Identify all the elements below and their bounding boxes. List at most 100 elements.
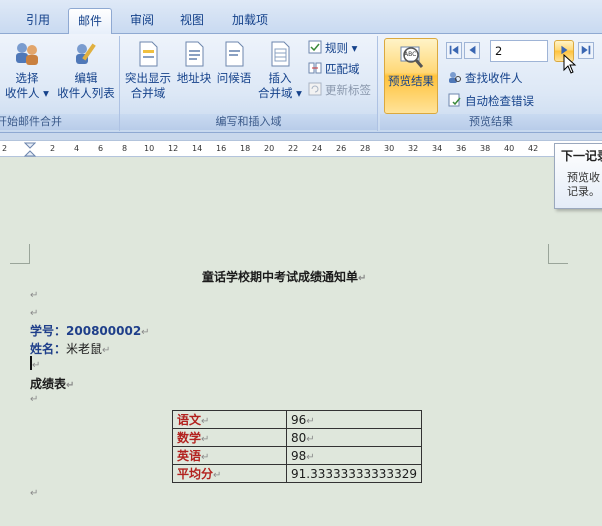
table-row: 英语↵ 98↵ xyxy=(172,446,422,465)
subject-text: 英语 xyxy=(177,449,202,463)
match-fields-button[interactable]: 匹配域 xyxy=(308,61,360,78)
first-record-icon xyxy=(449,45,459,55)
previous-record-button[interactable] xyxy=(464,42,480,59)
tab-mailings[interactable]: 邮件 xyxy=(68,8,112,35)
ruler-number: 14 xyxy=(192,144,203,153)
paragraph-mark: ↵ xyxy=(306,415,315,427)
address-block-label: 地址块 xyxy=(176,71,212,85)
record-number-input[interactable]: 2 xyxy=(490,40,548,62)
paragraph-mark: ↵ xyxy=(30,394,39,405)
first-record-button[interactable] xyxy=(446,42,462,59)
subject-text: 平均分 xyxy=(177,467,214,481)
paragraph-mark: ↵ xyxy=(102,345,111,356)
tooltip-body: 预览收 记录。 xyxy=(555,164,602,199)
rules-icon xyxy=(308,40,322,54)
tab-view[interactable]: 视图 xyxy=(172,8,212,34)
student-id-label: 学号： xyxy=(30,324,67,338)
edit-recipient-list-button[interactable]: 编辑 收件人列表 xyxy=(52,40,120,101)
score-text: 98 xyxy=(291,448,307,463)
last-record-button[interactable] xyxy=(578,42,594,59)
highlight-merge-fields-button[interactable]: 突出显示 合并域 xyxy=(122,40,174,101)
preview-results-button[interactable]: ABC 预览结果 xyxy=(384,38,438,114)
highlight-fields-label-1: 突出显示 xyxy=(125,71,171,85)
margin-corner-left xyxy=(10,244,30,264)
group-preview-results: ABC 预览结果 2 查找收件人 自动检查错误 预览结果 xyxy=(380,36,602,131)
group-write-insert-fields: 突出显示 合并域 地址块 问候语 插入 合并域 ▾ 规则 ▾ 匹配域 更新标签 … xyxy=(120,36,378,131)
group-start-label: 开始邮件合并 xyxy=(0,114,119,130)
svg-text:ABC: ABC xyxy=(404,51,416,58)
score-cell[interactable]: 80↵ xyxy=(286,428,422,447)
ruler-number: 2 xyxy=(2,144,8,153)
find-recipient-icon xyxy=(449,72,461,83)
ruler-number: 6 xyxy=(98,144,104,153)
select-recipients-label-1: 选择 xyxy=(15,71,39,85)
rules-label: 规则 ▾ xyxy=(325,41,358,55)
document-title-text: 童话学校期中考试成绩通知单 xyxy=(202,270,359,284)
ribbon-tabs: 引用 邮件 审阅 视图 加载项 xyxy=(0,0,602,35)
rules-button[interactable]: 规则 ▾ xyxy=(308,40,357,57)
last-record-icon xyxy=(581,45,591,55)
group-preview-label: 预览结果 xyxy=(380,114,602,130)
tab-review[interactable]: 审阅 xyxy=(120,8,164,34)
paragraph-mark: ↵ xyxy=(358,273,367,284)
edit-recipient-list-icon xyxy=(76,43,96,64)
table-row: 语文↵ 96↵ xyxy=(172,410,422,429)
ruler-number: 12 xyxy=(168,144,179,153)
greeting-line-button[interactable]: 问候语 xyxy=(214,40,254,86)
greeting-line-icon xyxy=(225,41,244,67)
address-block-button[interactable]: 地址块 xyxy=(174,40,214,86)
ruler-number: 4 xyxy=(74,144,80,153)
tab-references[interactable]: 引用 xyxy=(18,8,58,34)
document-title: 童话学校期中考试成绩通知单↵ xyxy=(202,268,366,285)
mouse-cursor-icon xyxy=(563,54,577,74)
paragraph-mark: ↵ xyxy=(306,433,315,445)
update-labels-button[interactable]: 更新标签 xyxy=(308,82,371,99)
ruler-gap xyxy=(0,133,602,140)
ruler-number: 26 xyxy=(336,144,347,153)
score-text: 96 xyxy=(291,412,307,427)
auto-check-errors-icon xyxy=(448,93,461,107)
auto-check-errors-button[interactable]: 自动检查错误 xyxy=(448,93,534,110)
subject-cell[interactable]: 平均分↵ xyxy=(172,464,287,483)
group-write-label: 编写和插入域 xyxy=(120,114,377,130)
address-block-icon xyxy=(185,41,204,67)
score-cell[interactable]: 98↵ xyxy=(286,446,422,465)
tooltip-title: 下一记录 xyxy=(561,149,602,163)
find-recipient-button[interactable]: 查找收件人 xyxy=(448,70,523,87)
student-id-value: 200800002 xyxy=(66,324,142,338)
match-fields-label: 匹配域 xyxy=(325,62,360,76)
ruler-number: 20 xyxy=(264,144,275,153)
insert-field-label-1: 插入 xyxy=(268,71,292,85)
student-name-label: 姓名： xyxy=(30,342,67,356)
subject-text: 数学 xyxy=(177,431,202,445)
match-fields-icon xyxy=(308,62,322,74)
document-page[interactable]: 童话学校期中考试成绩通知单↵ ↵ ↵ 学号：200800002↵ 姓名：米老鼠↵… xyxy=(0,158,602,526)
scores-table[interactable]: 语文↵ 96↵ 数学↵ 80↵ 英语↵ 98↵ 平均分↵ 91.33333333… xyxy=(172,410,422,483)
score-text: 91.33333333333329 xyxy=(291,466,417,481)
insert-field-icon xyxy=(271,41,290,67)
score-cell[interactable]: 96↵ xyxy=(286,410,422,429)
paragraph-mark: ↵ xyxy=(201,434,210,445)
insert-merge-field-button[interactable]: 插入 合并域 ▾ xyxy=(254,40,306,101)
subject-cell[interactable]: 语文↵ xyxy=(172,410,287,429)
ruler-number: 38 xyxy=(480,144,491,153)
text-cursor-line: ↵ xyxy=(30,356,40,371)
paragraph-mark: ↵ xyxy=(141,327,150,338)
ruler-number: 32 xyxy=(408,144,419,153)
tab-addins[interactable]: 加载项 xyxy=(222,8,278,34)
subject-cell[interactable]: 英语↵ xyxy=(172,446,287,465)
ruler-number: 34 xyxy=(432,144,443,153)
margin-corner-right xyxy=(548,244,568,264)
paragraph-mark: ↵ xyxy=(201,416,210,427)
ruler-number: 28 xyxy=(360,144,371,153)
find-recipient-label: 查找收件人 xyxy=(465,71,523,85)
ruler-number: 2 xyxy=(50,144,56,153)
horizontal-ruler[interactable]: 2 2 4 6 8 10 12 14 16 18 20 22 24 26 28 … xyxy=(0,140,602,157)
indent-marker-icon[interactable] xyxy=(24,142,36,157)
update-labels-icon xyxy=(308,82,322,96)
paragraph-mark: ↵ xyxy=(30,308,39,319)
ruler-number: 18 xyxy=(240,144,251,153)
select-recipients-button[interactable]: 选择 收件人 ▾ xyxy=(0,40,56,101)
subject-cell[interactable]: 数学↵ xyxy=(172,428,287,447)
score-cell[interactable]: 91.33333333333329 xyxy=(286,464,422,483)
